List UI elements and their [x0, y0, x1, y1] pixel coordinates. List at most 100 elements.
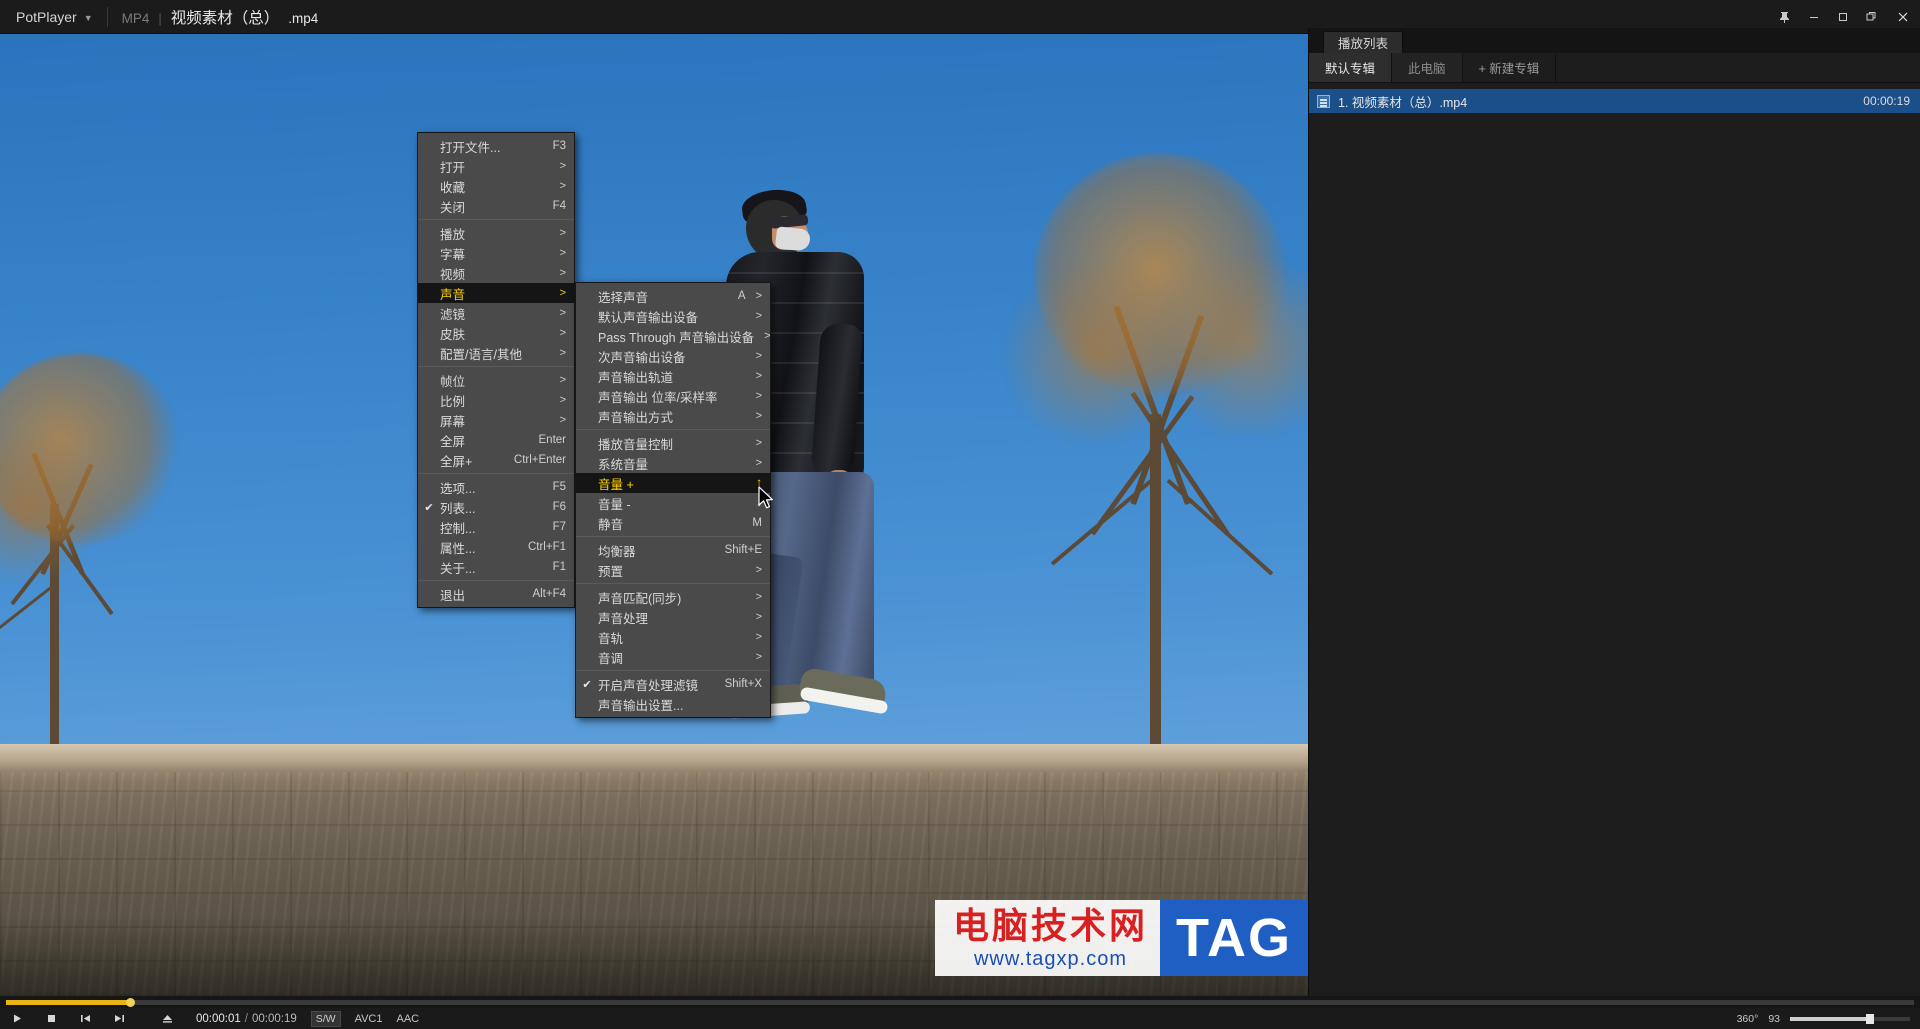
menu-item-separator: [418, 219, 574, 220]
watermark-title: 电脑技术网: [953, 905, 1149, 946]
volume-slider[interactable]: [1790, 1013, 1910, 1024]
menu-item-item-label: 滤镜: [440, 307, 466, 322]
seek-bar-area[interactable]: [0, 996, 1920, 1008]
time-display: 00:00:01 / 00:00:19: [196, 1013, 297, 1025]
audio-menu-item-item-label: 声音输出 位率/采样率: [598, 390, 718, 405]
submenu-arrow-icon: >: [559, 180, 566, 192]
menu-item-item[interactable]: 全屏 Enter: [418, 430, 574, 450]
audio-menu-item-item[interactable]: 声音输出轨道 >: [576, 366, 770, 386]
audio-menu-item-item-label: 声音输出设置...: [598, 698, 684, 713]
audio-menu-item-item[interactable]: 静音 M: [576, 513, 770, 533]
menu-item-item-shortcut: Enter: [538, 434, 567, 446]
audio-menu-item-item[interactable]: 音轨 >: [576, 627, 770, 647]
audio-menu-item-item-label: 静音: [598, 517, 624, 532]
audio-menu-item-item-label: 预置: [598, 564, 624, 579]
audio-menu-item-item[interactable]: 播放音量控制 >: [576, 433, 770, 453]
chevron-down-icon[interactable]: ▼: [84, 13, 93, 23]
menu-item-item[interactable]: 滤镜 >: [418, 303, 574, 323]
menu-item-item[interactable]: 关于... F1: [418, 557, 574, 577]
seek-handle[interactable]: [126, 998, 136, 1007]
menu-item-item[interactable]: 播放 >: [418, 223, 574, 243]
menu-item-item[interactable]: 选项... F5: [418, 477, 574, 497]
audio-menu-item-item-shortcut: M: [752, 517, 762, 529]
audio-menu-item-item[interactable]: 声音匹配(同步) >: [576, 587, 770, 607]
audio-menu-item-item-label: Pass Through 声音输出设备: [598, 330, 755, 345]
audio-menu-item-item[interactable]: 默认声音输出设备 >: [576, 306, 770, 326]
eject-button[interactable]: [150, 1008, 184, 1029]
submenu-arrow-icon: >: [559, 327, 566, 339]
time-separator: /: [244, 1012, 248, 1025]
audio-menu-item-item[interactable]: 均衡器 Shift+E: [576, 540, 770, 560]
list-item[interactable]: 1. 视频素材（总）.mp4 00:00:19: [1309, 89, 1920, 113]
video-codec-label[interactable]: AVC1: [355, 1013, 383, 1025]
menu-item-item[interactable]: ✔ 列表... F6: [418, 497, 574, 517]
subtab-default-album[interactable]: 默认专辑: [1309, 53, 1393, 82]
seek-progress: [6, 1000, 131, 1005]
audio-menu-item-item-label: 音调: [598, 651, 624, 666]
menu-item-item[interactable]: 字幕 >: [418, 243, 574, 263]
audio-menu-item-item[interactable]: 音量 + ↑: [576, 473, 770, 493]
submenu-arrow-icon: >: [755, 631, 762, 643]
next-button[interactable]: [102, 1008, 136, 1029]
app-name-label: PotPlayer: [16, 8, 77, 25]
main-context-menu[interactable]: 打开文件... F3 打开 > 收藏 > 关闭 F4 播放 > 字幕 > 视频 > 声音 > 滤镜 > 皮肤 > 配置/…: [417, 132, 575, 608]
rotation-label[interactable]: 360°: [1737, 1013, 1759, 1025]
tree-left: [0, 204, 270, 764]
audio-menu-item-item[interactable]: 声音输出设置...: [576, 694, 770, 714]
audio-menu-item-item[interactable]: 音调 >: [576, 647, 770, 667]
audio-menu-item-item[interactable]: 次声音输出设备 >: [576, 346, 770, 366]
menu-item-item[interactable]: 控制... F7: [418, 517, 574, 537]
audio-menu-item-item[interactable]: 选择声音 A >: [576, 286, 770, 306]
menu-item-item[interactable]: 全屏+ Ctrl+Enter: [418, 450, 574, 470]
hw-accel-badge[interactable]: S/W: [310, 1010, 341, 1027]
tree-right: [980, 94, 1308, 794]
menu-item-item[interactable]: 比例 >: [418, 390, 574, 410]
submenu-arrow-icon: >: [755, 370, 762, 382]
audio-menu-item-item[interactable]: 系统音量 >: [576, 453, 770, 473]
menu-item-item[interactable]: 配置/语言/其他 >: [418, 343, 574, 363]
audio-menu-item-item[interactable]: 声音输出方式 >: [576, 406, 770, 426]
audio-menu-item-item[interactable]: 音量 -↓: [576, 493, 770, 513]
submenu-arrow-icon: >: [755, 350, 762, 362]
audio-menu-item-item-shortcut: Shift+X: [724, 678, 762, 690]
tab-playlist[interactable]: 播放列表: [1323, 31, 1404, 53]
audio-menu-item-item-shortcut: Shift+E: [724, 544, 762, 556]
subtab-new-album[interactable]: + 新建专辑: [1462, 53, 1557, 82]
volume-handle[interactable]: [1866, 1013, 1875, 1024]
menu-item-item-shortcut: Ctrl+Enter: [513, 454, 566, 466]
previous-button[interactable]: [68, 1008, 102, 1029]
stop-button[interactable]: [34, 1008, 68, 1029]
menu-item-item[interactable]: 关闭 F4: [418, 196, 574, 216]
audio-menu-item-item[interactable]: ✔ 开启声音处理滤镜 Shift+X: [576, 674, 770, 694]
subtab-this-pc[interactable]: 此电脑: [1392, 53, 1463, 82]
menu-item-item[interactable]: 打开文件... F3: [418, 136, 574, 156]
audio-menu-item-item[interactable]: 声音输出 位率/采样率 >: [576, 386, 770, 406]
seek-bar[interactable]: [6, 998, 1914, 1007]
menu-item-item[interactable]: 属性... Ctrl+F1: [418, 537, 574, 557]
menu-item-item[interactable]: 退出 Alt+F4: [418, 584, 574, 604]
menu-item-item[interactable]: 帧位 >: [418, 370, 574, 390]
menu-item-item[interactable]: 收藏 >: [418, 176, 574, 196]
play-button[interactable]: [0, 1008, 34, 1029]
audio-menu-item-separator: [576, 583, 770, 584]
audio-menu-item-separator: [576, 536, 770, 537]
menu-item-item[interactable]: 皮肤 >: [418, 323, 574, 343]
submenu-arrow-icon: >: [559, 267, 566, 279]
menu-item-item-label: 全屏: [440, 434, 466, 449]
app-menu-button[interactable]: PotPlayer ▼: [0, 0, 107, 34]
menu-item-item[interactable]: 打开 >: [418, 156, 574, 176]
menu-item-item[interactable]: 屏幕 >: [418, 410, 574, 430]
audio-menu-item-item-label: 声音输出轨道: [598, 370, 674, 385]
submenu-arrow-icon: >: [755, 390, 762, 402]
audio-menu-item-item[interactable]: Pass Through 声音输出设备 >: [576, 326, 771, 346]
audio-submenu[interactable]: 选择声音 A > 默认声音输出设备 > Pass Through 声音输出设备 > 次声音输出…: [575, 282, 771, 718]
submenu-arrow-icon: >: [755, 310, 762, 322]
audio-menu-item-item[interactable]: 声音处理 >: [576, 607, 770, 627]
menu-item-item[interactable]: 视频 >: [418, 263, 574, 283]
audio-codec-label[interactable]: AAC: [397, 1013, 420, 1025]
submenu-arrow-icon: >: [764, 330, 771, 342]
audio-menu-item-item[interactable]: 预置 >: [576, 560, 770, 580]
current-time: 00:00:01: [196, 1012, 241, 1025]
menu-item-item[interactable]: 声音 >: [418, 283, 574, 303]
watermark-subtitle: www.tagxp.com: [973, 948, 1128, 970]
